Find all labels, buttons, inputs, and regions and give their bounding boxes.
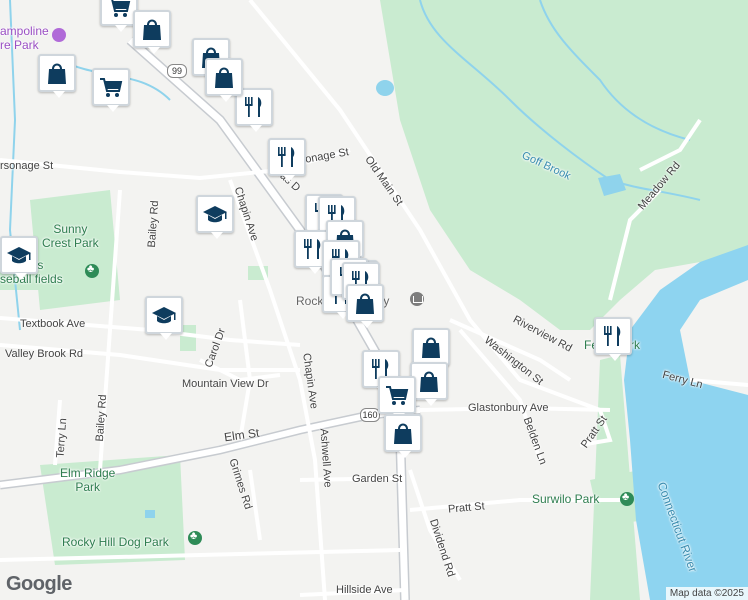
shopping-bag-icon (394, 423, 412, 444)
school-icon (7, 247, 31, 264)
elm-ridge-park-label[interactable]: Elm Ridge Park (60, 466, 115, 494)
shopping-bag-icon-pin[interactable] (384, 414, 422, 458)
street-label: Garden St (352, 473, 403, 485)
restaurant-icon (278, 147, 295, 167)
google-logo[interactable]: Google (6, 573, 72, 596)
street-label: Hillside Ave (336, 584, 393, 596)
street-label: Valley Brook Rd (5, 348, 84, 360)
trampoline-park-label[interactable]: ampoline re Park (0, 24, 49, 52)
shopping-bag-icon (143, 19, 161, 40)
school-icon-pin[interactable] (145, 296, 183, 340)
school-icon (203, 206, 227, 223)
amusement-icon (52, 28, 66, 42)
school-icon (152, 307, 176, 324)
shopping-cart-icon-pin[interactable] (92, 68, 130, 112)
sunny-crest-park-label[interactable]: Sunny Crest Park (42, 222, 99, 250)
shopping-cart-icon-pin[interactable] (378, 376, 416, 420)
restaurant-icon (245, 97, 262, 117)
shopping-bag-icon (422, 337, 440, 358)
map-data-attribution[interactable]: Map data ©2025 (665, 587, 748, 600)
restaurant-icon-pin[interactable] (594, 317, 632, 361)
street-label: Mountain View Dr (182, 378, 269, 390)
park-tree-icon (620, 491, 634, 506)
route-99-shield: 99 (167, 64, 187, 78)
shopping-bag-icon (215, 67, 233, 88)
shopping-bag-icon-pin[interactable] (346, 284, 384, 328)
shopping-cart-icon (100, 78, 123, 97)
street-label: rsonage St (0, 160, 54, 172)
shopping-bag-icon-pin[interactable] (133, 10, 171, 54)
shopping-bag-icon-pin[interactable] (205, 58, 243, 102)
route-160-shield: 160 (360, 408, 380, 422)
shopping-bag-icon (420, 371, 438, 392)
pond (145, 510, 155, 518)
school-icon-pin[interactable] (0, 236, 38, 280)
shopping-bag-icon-pin[interactable] (412, 328, 450, 372)
shopping-cart-icon (108, 0, 131, 17)
map-canvas[interactable]: 99 160 ampoline re Park Sunny Crest Park… (0, 0, 748, 600)
shopping-bag-icon-pin[interactable] (38, 54, 76, 98)
library-icon (410, 292, 424, 306)
restaurant-icon-pin[interactable] (268, 138, 306, 182)
surwilo-park-label[interactable]: Surwilo Park (532, 492, 599, 506)
pond (376, 80, 394, 96)
shopping-bag-icon (48, 63, 66, 84)
restaurant-icon (604, 326, 621, 346)
street-label: Glastonbury Ave (468, 402, 549, 414)
shopping-bag-icon (356, 293, 374, 314)
street-label: Textbook Ave (20, 318, 86, 330)
shopping-cart-icon (386, 386, 409, 405)
sunny-crest-park-area (30, 190, 120, 310)
school-icon-pin[interactable] (196, 195, 234, 239)
dog-park-label[interactable]: Rocky Hill Dog Park (62, 535, 169, 549)
park-tree-icon (85, 263, 99, 278)
park-tree-icon (188, 530, 202, 545)
